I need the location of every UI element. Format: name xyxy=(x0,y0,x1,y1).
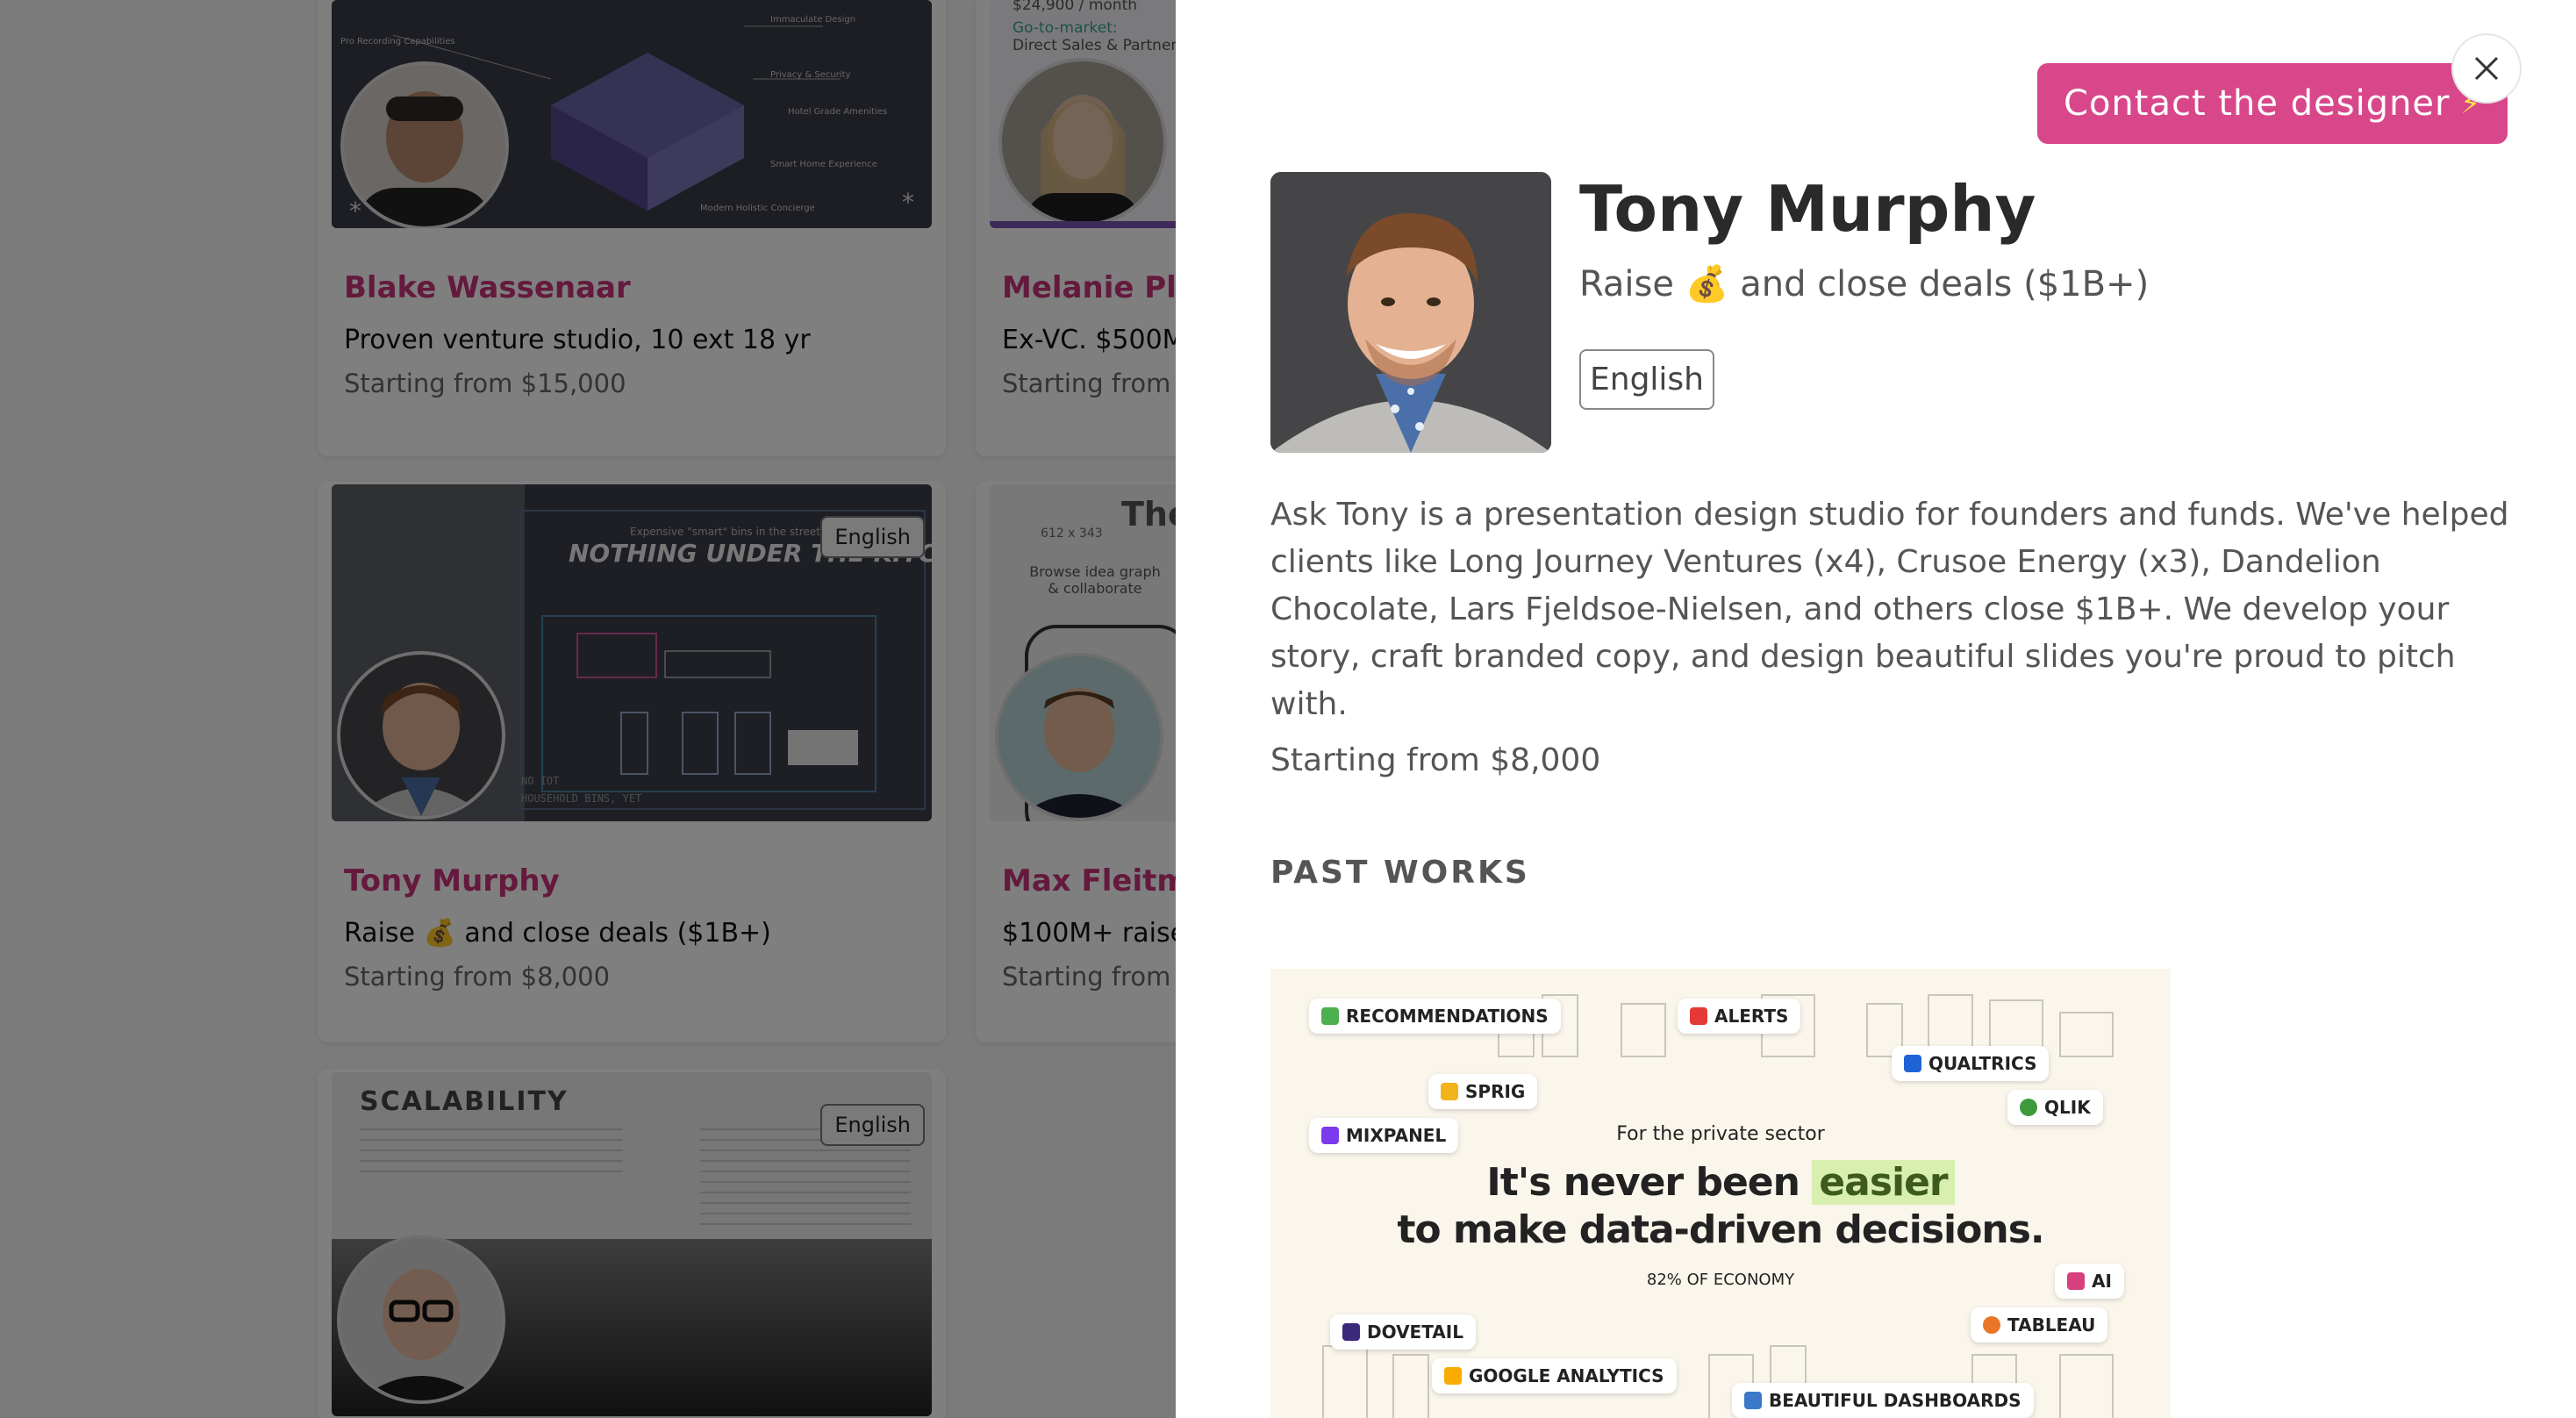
headline-highlight: easier xyxy=(1812,1160,1955,1205)
past-work-image[interactable]: RECOMMENDATIONS ALERTS QUALTRICS SPRIG Q… xyxy=(1270,969,2171,1418)
page: Pro Recording Capabilities Immaculate De… xyxy=(0,0,2576,1418)
tool-pill-sprig: SPRIG xyxy=(1428,1074,1538,1109)
designer-name: Tony Murphy xyxy=(1579,172,2036,246)
siren-icon xyxy=(1690,1007,1707,1025)
close-button[interactable] xyxy=(2453,35,2520,102)
dovetail-icon xyxy=(1342,1323,1360,1341)
tool-pill-qualtrics: QUALTRICS xyxy=(1892,1046,2050,1081)
tableau-icon xyxy=(1983,1316,2000,1334)
tool-pill-dashboards: BEAUTIFUL DASHBOARDS xyxy=(1732,1383,2034,1418)
tool-pill-tableau: TABLEAU xyxy=(1971,1307,2108,1343)
sprig-icon xyxy=(1441,1083,1458,1100)
work-headline: It's never been easier xyxy=(1270,1160,2171,1205)
tool-pill-dovetail: DOVETAIL xyxy=(1330,1314,1476,1350)
close-icon xyxy=(2474,56,2499,81)
designer-price: Starting from $8,000 xyxy=(1270,742,1601,778)
chart-icon xyxy=(1744,1392,1762,1409)
language-badge: English xyxy=(1579,349,1714,410)
designer-detail-panel: Contact the designer ⚡ Tony Murphy Raise… xyxy=(1176,0,2576,1418)
analytics-icon xyxy=(1444,1367,1462,1385)
work-headline-line2: to make data-driven decisions. xyxy=(1397,1207,2044,1252)
work-subtitle: For the private sector xyxy=(1616,1123,1825,1145)
work-economy-note: 82% OF ECONOMY xyxy=(1646,1271,1795,1289)
modal-backdrop[interactable] xyxy=(0,0,1176,1418)
tool-pill-google-analytics: GOOGLE ANALYTICS xyxy=(1432,1358,1677,1393)
tool-pill-qlik: QLIK xyxy=(2007,1090,2103,1125)
contact-label: Contact the designer xyxy=(2064,83,2451,124)
qlik-icon xyxy=(2020,1099,2037,1116)
tool-pill-recommendations: RECOMMENDATIONS xyxy=(1309,999,1561,1034)
tool-pill-alerts: ALERTS xyxy=(1678,999,1801,1034)
contact-designer-button[interactable]: Contact the designer ⚡ xyxy=(2037,63,2508,144)
designer-description: Ask Tony is a presentation design studio… xyxy=(1270,497,2509,722)
designer-grid: Pro Recording Capabilities Immaculate De… xyxy=(0,0,1604,1418)
profile-photo xyxy=(1270,172,1551,453)
past-works-heading: PAST WORKS xyxy=(1270,855,1530,891)
qualtrics-icon xyxy=(1904,1055,1921,1072)
designer-tagline: Raise 💰 and close deals ($1B+) xyxy=(1579,264,2150,304)
chat-icon xyxy=(1321,1007,1339,1025)
